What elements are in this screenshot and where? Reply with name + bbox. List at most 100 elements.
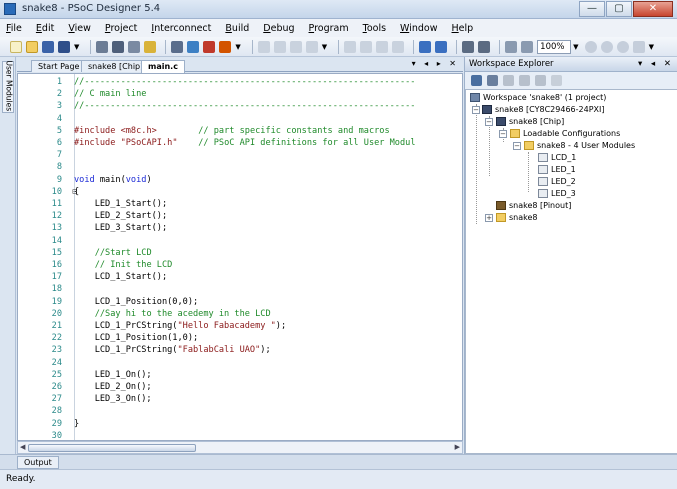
collapse-project-icon[interactable]: −	[472, 106, 480, 114]
code-line[interactable]: 19 LCD_1_Position(0,0);	[18, 296, 462, 308]
code-line[interactable]: 8	[18, 161, 462, 173]
generate-config-icon[interactable]	[171, 40, 184, 53]
code-line[interactable]: 17 LCD_1_Start();	[18, 271, 462, 283]
debug-icon[interactable]	[219, 40, 232, 53]
tab-start-page[interactable]: Start Page	[31, 60, 87, 72]
code-line[interactable]: 16 // Init the LCD	[18, 259, 462, 271]
open-folder-icon[interactable]	[26, 40, 38, 53]
zoom-icon[interactable]	[521, 40, 534, 53]
redo-icon[interactable]	[435, 40, 448, 53]
code-line[interactable]: 4	[18, 113, 462, 125]
code-line[interactable]: 23 LCD_1_PrCString("FablabCali UAO");	[18, 344, 462, 356]
code-line[interactable]: 27 LED_3_On();	[18, 393, 462, 405]
menu-file[interactable]: File	[6, 23, 22, 34]
step-out-icon[interactable]	[392, 40, 405, 53]
code-line[interactable]: 7	[18, 149, 462, 161]
save-icon[interactable]	[42, 40, 54, 53]
code-line[interactable]: 9 void main(void)	[18, 174, 462, 186]
run-icon[interactable]	[344, 40, 357, 53]
menu-edit[interactable]: Edit	[36, 23, 54, 34]
collapse-loadable-icon[interactable]: −	[499, 130, 507, 138]
zoom-out-icon[interactable]	[600, 40, 613, 53]
menu-help[interactable]: Help	[452, 23, 474, 34]
new-file-icon[interactable]	[10, 40, 22, 53]
pinout-icon[interactable]	[128, 40, 141, 53]
interconnect-icon[interactable]	[112, 40, 125, 53]
expand-folder-icon[interactable]: +	[485, 214, 493, 222]
workspace-icon[interactable]	[471, 75, 482, 86]
chevron-down-icon[interactable]: ▼	[322, 43, 327, 51]
outdent-icon[interactable]	[478, 40, 491, 53]
scroll-right-icon[interactable]: ▶	[455, 443, 460, 451]
code-line[interactable]: 5 #include <m8c.h> // part specific const…	[18, 125, 462, 137]
delete-icon[interactable]	[535, 75, 546, 86]
chevron-down-icon[interactable]: ▼	[74, 43, 79, 51]
code-line[interactable]: 12 LED_2_Start();	[18, 210, 462, 222]
user-modules-icon[interactable]	[144, 40, 157, 53]
code-line[interactable]: 20 //Say hi to the acedemy in the LCD	[18, 308, 462, 320]
code-line[interactable]: 22 LCD_1_Position(1,0);	[18, 332, 462, 344]
user-modules-side-tab[interactable]: User Modules	[2, 61, 14, 113]
menu-window[interactable]: Window	[400, 23, 437, 34]
menu-project[interactable]: Project	[105, 23, 138, 34]
indent-icon[interactable]	[462, 40, 475, 53]
scrollbar-thumb[interactable]	[28, 444, 196, 452]
zoom-fit-icon[interactable]	[616, 40, 629, 53]
code-line[interactable]: 24	[18, 357, 462, 369]
horizontal-scrollbar[interactable]: ◀ ▶	[17, 441, 463, 454]
code-line[interactable]: 15 //Start LCD	[18, 247, 462, 259]
chip-editor-icon[interactable]	[96, 40, 109, 53]
collapse-config-icon[interactable]: −	[513, 142, 521, 150]
step-into-icon[interactable]	[376, 40, 389, 53]
tab-main-c[interactable]: main.c	[141, 60, 185, 73]
copy-icon[interactable]	[503, 75, 514, 86]
code-line[interactable]: 21 LCD_1_PrCString("Hello Fabacademy ");	[18, 320, 462, 332]
build-icon[interactable]	[187, 40, 200, 53]
code-line[interactable]: 26 LED_2_On();	[18, 381, 462, 393]
maximize-button[interactable]: ▢	[606, 1, 632, 17]
stop-icon[interactable]	[305, 40, 318, 53]
code-line[interactable]: 25 LED_1_On();	[18, 369, 462, 381]
paste-icon[interactable]	[519, 75, 530, 86]
code-line[interactable]: 2 // C main line	[18, 88, 462, 100]
menu-interconnect[interactable]: Interconnect	[151, 23, 211, 34]
code-editor[interactable]: 1 //-------------------------------------…	[17, 73, 463, 441]
code-line[interactable]: 28	[18, 405, 462, 417]
scroll-left-icon[interactable]: ◀	[20, 443, 25, 451]
home-icon[interactable]	[505, 40, 518, 53]
program-icon[interactable]	[203, 40, 216, 53]
zoom-select[interactable]: 100%	[537, 39, 572, 54]
step-icon[interactable]	[257, 40, 270, 53]
save-all-icon[interactable]	[58, 40, 70, 53]
zoom-in-icon[interactable]	[584, 40, 597, 53]
refresh-icon[interactable]	[487, 75, 498, 86]
tab-chip[interactable]: snake8 [Chip]	[81, 60, 151, 72]
collapse-chip-icon[interactable]: −	[485, 118, 493, 126]
code-line[interactable]: 30	[18, 430, 462, 440]
tab-controls[interactable]: ▾ ◂ ▸ ✕	[412, 59, 459, 68]
explorer-title-controls[interactable]: ▾ ◂ ✕	[638, 57, 674, 71]
menu-tools[interactable]: Tools	[363, 23, 386, 34]
chevron-down-icon[interactable]: ▼	[235, 43, 240, 51]
step-over-icon[interactable]	[273, 40, 286, 53]
chevron-down-icon[interactable]: ▼	[573, 43, 578, 51]
menu-debug[interactable]: Debug	[263, 23, 294, 34]
minimize-button[interactable]: —	[579, 1, 605, 17]
code-line[interactable]: 14	[18, 235, 462, 247]
properties-icon[interactable]	[551, 75, 562, 86]
code-line[interactable]: 1 //-------------------------------------…	[18, 76, 462, 88]
code-line[interactable]: 11 LED_1_Start();	[18, 198, 462, 210]
tab-output[interactable]: Output	[17, 456, 59, 469]
code-line[interactable]: 13 LED_3_Start();	[18, 222, 462, 234]
code-line[interactable]: 6 #include "PSoCAPI.h" // PSoC API defini…	[18, 137, 462, 149]
restart-icon[interactable]	[289, 40, 302, 53]
close-button[interactable]: ✕	[633, 1, 673, 17]
menu-view[interactable]: View	[68, 23, 91, 34]
menu-build[interactable]: Build	[225, 23, 249, 34]
chevron-down-icon[interactable]: ▼	[649, 43, 654, 51]
menu-program[interactable]: Program	[309, 23, 349, 34]
undo-icon[interactable]	[419, 40, 432, 53]
code-line[interactable]: 29}	[18, 418, 462, 430]
code-line[interactable]: 18	[18, 283, 462, 295]
code-line[interactable]: 10 ⊟{	[18, 186, 462, 198]
